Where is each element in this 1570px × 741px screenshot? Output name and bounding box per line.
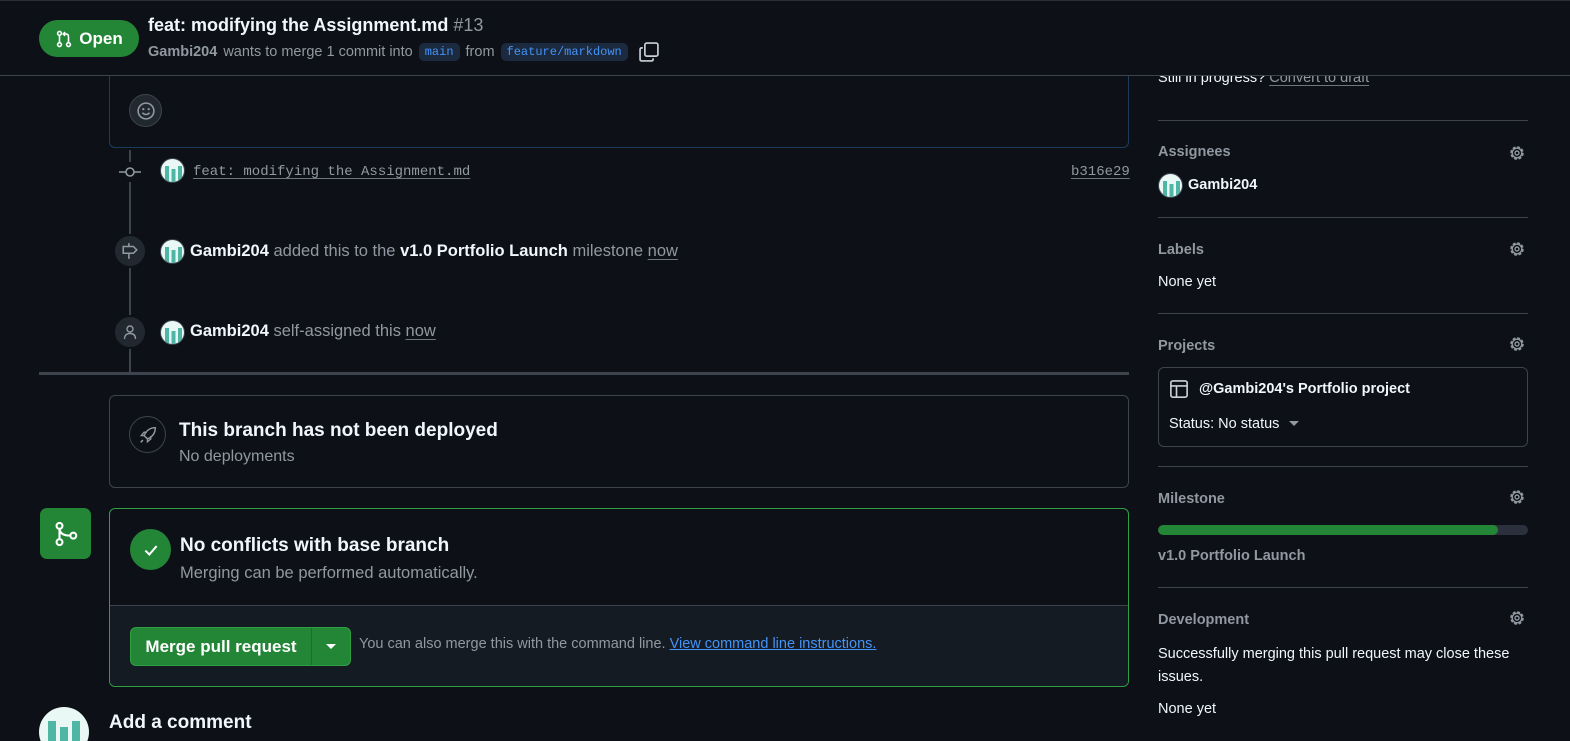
assign-event-icon [113,315,147,349]
pr-state-badge: Open [39,20,139,57]
triangle-down-icon [1289,421,1300,426]
labels-heading: Labels [1158,242,1204,258]
event-text: milestone [572,242,644,260]
base-branch-link[interactable]: main [418,43,460,61]
milestone-progress-fill [1158,525,1499,535]
pr-number: #13 [453,15,484,35]
avatar[interactable] [39,707,89,741]
deployment-title: This branch has not been deployed [179,420,498,441]
development-gear-icon[interactable] [1507,608,1527,628]
merge-box: No conflicts with base branch Merging ca… [109,508,1129,687]
rocket-icon [129,416,166,453]
merge-summary-text: wants to merge 1 commit into [223,44,413,60]
avatar[interactable] [1158,173,1183,198]
merge-options-dropdown[interactable] [312,628,350,665]
pr-state-label: Open [79,28,123,48]
merge-pull-request-button[interactable]: Merge pull request [131,628,312,665]
merge-hint: You can also merge this with the command… [359,636,876,652]
assign-event-text: Gambi204 self-assigned this now [190,322,436,341]
timestamp-link[interactable]: now [648,242,678,260]
divider [1158,587,1528,588]
triangle-down-icon [326,643,336,649]
development-heading: Development [1158,612,1250,628]
labels-gear-icon[interactable] [1507,239,1527,259]
from-text: from [465,44,495,60]
merge-footer: Merge pull request You can also merge th… [110,605,1128,686]
labels-value: None yet [1158,274,1217,290]
avatar[interactable] [160,158,185,183]
development-text: Successfully merging this pull request m… [1158,646,1510,685]
project-card: @Gambi204's Portfolio project Status: No… [1158,367,1528,447]
divider [1158,217,1528,218]
event-text: self-assigned this [273,322,401,340]
commit-sha-link[interactable]: b316e29 [1071,164,1130,180]
commit-icon [118,162,142,182]
merge-status-subtitle: Merging can be performed automatically. [180,564,478,582]
commit-message-link[interactable]: feat: modifying the Assignment.md [193,164,470,180]
milestone-link[interactable]: v1.0 Portfolio Launch [1158,548,1305,564]
smiley-icon [136,101,155,120]
project-link[interactable]: @Gambi204's Portfolio project [1199,381,1410,397]
assignees-gear-icon[interactable] [1507,143,1527,163]
add-comment-heading: Add a comment [109,712,252,733]
timestamp-link[interactable]: now [406,322,436,340]
divider [1158,120,1528,121]
milestone-icon [122,243,138,259]
projects-heading: Projects [1158,338,1216,354]
development-value: None yet [1158,701,1217,717]
git-merge-icon [40,508,91,559]
project-status-dropdown[interactable]: Status: No status [1169,416,1300,432]
check-circle-icon [130,529,171,570]
divider [1158,313,1528,314]
milestone-event-text: Gambi204 added this to the v1.0 Portfoli… [190,242,678,261]
merge-button-group: Merge pull request [130,627,351,666]
assignees-heading: Assignees [1158,144,1231,160]
sticky-header: Open feat: modifying the Assignment.md #… [0,0,1570,76]
assignee-link[interactable]: Gambi204 [1188,177,1257,193]
merge-status-title: No conflicts with base branch [180,535,450,556]
event-text: added this to the [273,242,396,260]
command-line-instructions-link[interactable]: View command line instructions. [670,636,877,652]
milestone-gear-icon[interactable] [1507,487,1527,507]
deployment-box: This branch has not been deployed No dep… [109,395,1129,488]
milestone-event-icon [113,234,147,268]
add-reaction-button[interactable] [129,94,162,127]
milestone-heading: Milestone [1158,491,1225,507]
deployment-subtitle: No deployments [179,448,295,465]
merge-hint-text: You can also merge this with the command… [359,636,666,652]
divider [1158,466,1528,467]
avatar[interactable] [160,320,185,345]
actor-link[interactable]: Gambi204 [190,242,269,260]
pr-title-text: feat: modifying the Assignment.md [148,15,449,35]
project-status: Status: No status [1169,416,1280,432]
head-branch-link[interactable]: feature/markdown [500,43,628,61]
author-link[interactable]: Gambi204 [148,44,217,60]
pr-merge-summary: Gambi204 wants to merge 1 commit into ma… [148,41,660,63]
projects-gear-icon[interactable] [1507,334,1527,354]
pr-title: feat: modifying the Assignment.md #13 [148,15,483,36]
copy-icon[interactable] [638,41,660,63]
timeline-divider [39,372,1129,375]
milestone-link[interactable]: v1.0 Portfolio Launch [400,242,568,260]
git-pull-request-icon [57,30,72,47]
person-icon [123,325,137,340]
avatar[interactable] [160,239,185,264]
actor-link[interactable]: Gambi204 [190,322,269,340]
milestone-progress-bar [1158,525,1528,535]
table-icon [1169,379,1189,402]
